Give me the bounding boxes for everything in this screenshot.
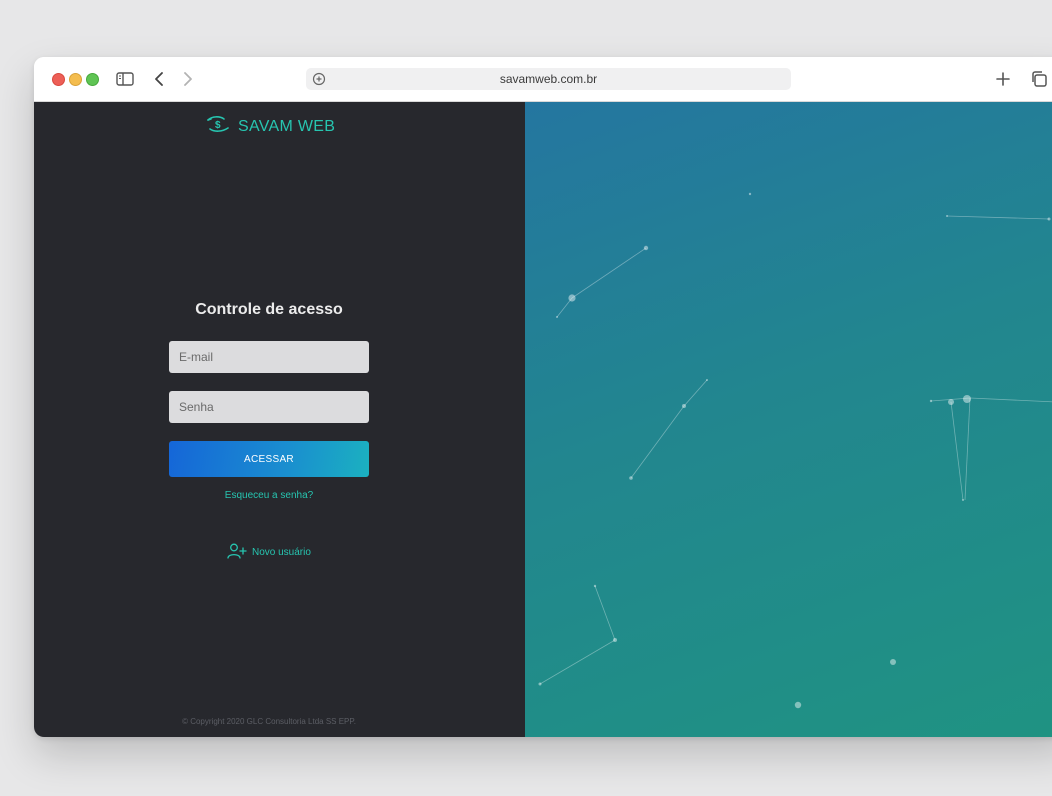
browser-toolbar: savamweb.com.br <box>34 57 1052 102</box>
new-user-link[interactable]: Novo usuário <box>227 543 311 562</box>
particle-network-graphic <box>538 192 1052 709</box>
login-submit-button[interactable]: ACESSAR <box>169 441 369 477</box>
email-input[interactable] <box>169 341 369 373</box>
minimize-window-button[interactable] <box>69 73 82 86</box>
copyright-text: © Copyright 2020 GLC Consultoria Ltda SS… <box>182 717 356 726</box>
address-bar[interactable]: savamweb.com.br <box>306 68 791 90</box>
brand-name: SAVAM WEB <box>238 117 336 135</box>
forward-arrow-icon[interactable] <box>177 68 199 90</box>
browser-window: savamweb.com.br $ SAVAM WEB Controle de … <box>34 57 1052 737</box>
new-tab-plus-icon[interactable] <box>992 68 1014 90</box>
hand-dollar-icon: $ <box>206 114 230 139</box>
tabs-overview-icon[interactable] <box>1028 68 1050 90</box>
zoom-window-button[interactable] <box>86 73 99 86</box>
site-settings-icon[interactable] <box>312 72 326 86</box>
url-text: savamweb.com.br <box>499 72 598 86</box>
login-panel: $ SAVAM WEB Controle de acesso ACESSAR E… <box>34 102 525 737</box>
user-plus-icon <box>227 543 247 562</box>
page-title: Controle de acesso <box>195 301 343 318</box>
sidebar-toggle-icon[interactable] <box>114 68 136 90</box>
brand-logo[interactable]: $ SAVAM WEB <box>206 114 335 139</box>
hero-background-panel <box>525 102 1052 737</box>
back-arrow-icon[interactable] <box>148 68 170 90</box>
password-input[interactable] <box>169 391 369 423</box>
close-window-button[interactable] <box>52 73 65 86</box>
new-user-label: Novo usuário <box>252 547 311 558</box>
forgot-password-link[interactable]: Esqueceu a senha? <box>169 490 369 501</box>
svg-text:$: $ <box>215 120 221 131</box>
